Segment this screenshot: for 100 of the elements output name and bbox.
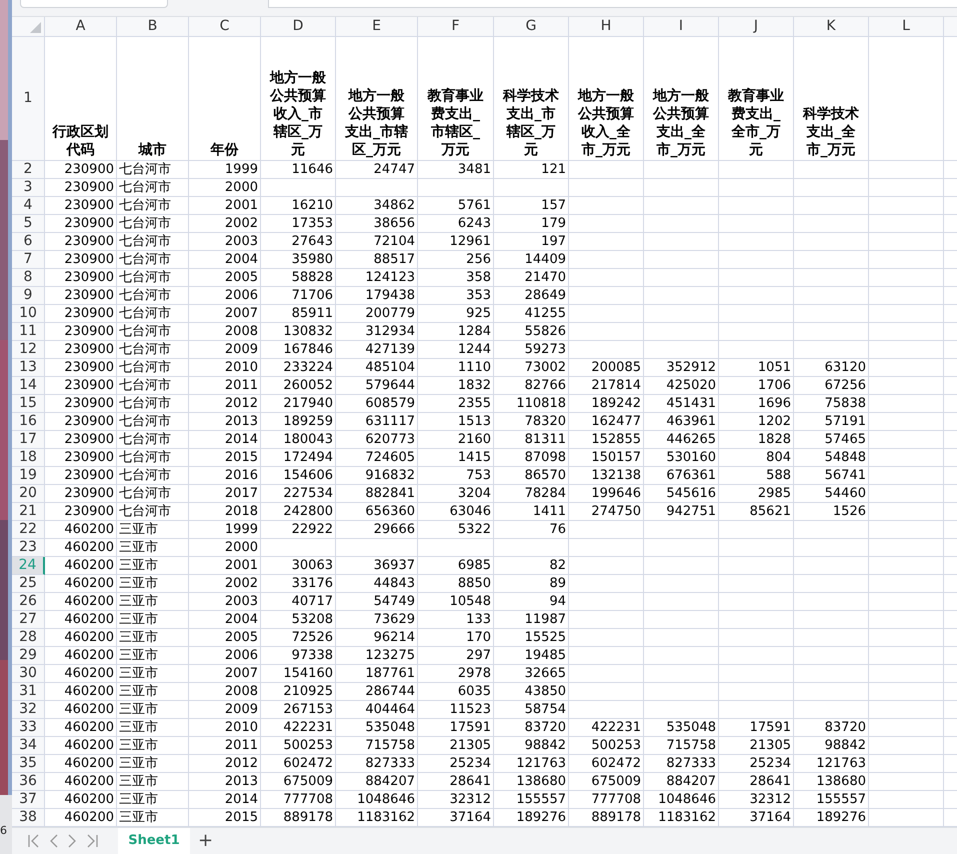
row-header[interactable]: 10 — [12, 305, 45, 323]
column-header[interactable] — [944, 17, 957, 37]
row-header[interactable]: 25 — [12, 575, 45, 593]
row-header[interactable]: 5 — [12, 215, 45, 233]
row-header[interactable]: 2 — [12, 161, 45, 179]
column-header[interactable]: F — [418, 17, 494, 37]
row-header[interactable]: 16 — [12, 413, 45, 431]
row-header[interactable]: 34 — [12, 737, 45, 755]
table-cell: 89 — [494, 575, 569, 593]
next-sheet-icon[interactable] — [68, 834, 76, 848]
table-cell: 715758 — [336, 737, 418, 755]
table-cell: 884207 — [336, 773, 418, 791]
row-header[interactable]: 13 — [12, 359, 45, 377]
row-header[interactable]: 36 — [12, 773, 45, 791]
table-cell: 三亚市 — [117, 791, 189, 809]
row-header[interactable]: 35 — [12, 755, 45, 773]
column-header[interactable]: G — [494, 17, 569, 37]
table-cell: 96214 — [336, 629, 418, 647]
table-cell: 150157 — [569, 449, 644, 467]
add-sheet-button[interactable]: + — [196, 832, 216, 850]
table-cell: 63120 — [794, 359, 869, 377]
row-header[interactable]: 7 — [12, 251, 45, 269]
row-header[interactable]: 4 — [12, 197, 45, 215]
row-header[interactable]: 19 — [12, 467, 45, 485]
name-box[interactable] — [20, 0, 168, 8]
table-cell: 5761 — [418, 197, 494, 215]
row-header[interactable]: 18 — [12, 449, 45, 467]
table-cell: 88517 — [336, 251, 418, 269]
last-sheet-icon[interactable] — [86, 834, 98, 848]
row-header[interactable]: 37 — [12, 791, 45, 809]
column-header[interactable]: D — [261, 17, 336, 37]
table-cell: 32312 — [719, 791, 794, 809]
row-header[interactable]: 17 — [12, 431, 45, 449]
table-cell: 七台河市 — [117, 467, 189, 485]
row-header[interactable]: 26 — [12, 593, 45, 611]
table-cell: 230900 — [45, 287, 117, 305]
row-header[interactable]: 3 — [12, 179, 45, 197]
table-cell: 53208 — [261, 611, 336, 629]
table-cell: 199646 — [569, 485, 644, 503]
row-header[interactable]: 33 — [12, 719, 45, 737]
row-header[interactable]: 27 — [12, 611, 45, 629]
column-header[interactable]: B — [117, 17, 189, 37]
row-header[interactable]: 12 — [12, 341, 45, 359]
row-header[interactable]: 28 — [12, 629, 45, 647]
row-header[interactable]: 9 — [12, 287, 45, 305]
table-cell: 123275 — [336, 647, 418, 665]
row-header[interactable]: 1 — [12, 37, 45, 161]
table-cell: 460200 — [45, 647, 117, 665]
table-cell: 28641 — [719, 773, 794, 791]
table-cell: 230900 — [45, 251, 117, 269]
row-header[interactable]: 31 — [12, 683, 45, 701]
table-cell: 25234 — [719, 755, 794, 773]
table-cell: 230900 — [45, 449, 117, 467]
table-cell: 132138 — [569, 467, 644, 485]
column-header[interactable]: C — [189, 17, 261, 37]
row-header[interactable]: 30 — [12, 665, 45, 683]
table-cell: 30063 — [261, 557, 336, 575]
row-header[interactable]: 22 — [12, 521, 45, 539]
row-header[interactable]: 32 — [12, 701, 45, 719]
table-cell: 72526 — [261, 629, 336, 647]
first-sheet-icon[interactable] — [28, 834, 40, 848]
table-cell: 98842 — [494, 737, 569, 755]
table-cell: 242800 — [261, 503, 336, 521]
table-cell: 312934 — [336, 323, 418, 341]
table-cell: 2011 — [189, 377, 261, 395]
select-all-icon[interactable] — [30, 22, 41, 33]
row-header[interactable]: 15 — [12, 395, 45, 413]
table-cell: 179 — [494, 215, 569, 233]
table-cell: 535048 — [336, 719, 418, 737]
formula-field[interactable] — [268, 0, 957, 8]
table-cell: 2005 — [189, 269, 261, 287]
column-header[interactable]: A — [45, 17, 117, 37]
row-header[interactable]: 23 — [12, 539, 45, 557]
row-header[interactable]: 38 — [12, 809, 45, 827]
table-cell: 230900 — [45, 269, 117, 287]
table-cell: 2002 — [189, 215, 261, 233]
row-header[interactable]: 11 — [12, 323, 45, 341]
table-cell: 427139 — [336, 341, 418, 359]
column-header[interactable]: K — [794, 17, 869, 37]
column-header[interactable]: I — [644, 17, 719, 37]
table-cell: 七台河市 — [117, 197, 189, 215]
row-header[interactable]: 8 — [12, 269, 45, 287]
row-header[interactable]: 6 — [12, 233, 45, 251]
row-header[interactable]: 21 — [12, 503, 45, 521]
table-cell: 404464 — [336, 701, 418, 719]
row-header[interactable]: 20 — [12, 485, 45, 503]
column-header[interactable]: E — [336, 17, 418, 37]
column-header[interactable]: H — [569, 17, 644, 37]
row-header[interactable]: 14 — [12, 377, 45, 395]
header-cell: 地方一般公共预算收入_市辖区_万元 — [261, 37, 336, 161]
column-header[interactable]: J — [719, 17, 794, 37]
row-header[interactable]: 29 — [12, 647, 45, 665]
table-cell: 36937 — [336, 557, 418, 575]
table-cell: 17591 — [418, 719, 494, 737]
table-cell: 925 — [418, 305, 494, 323]
table-cell: 2005 — [189, 629, 261, 647]
previous-sheet-icon[interactable] — [50, 834, 58, 848]
table-cell: 2010 — [189, 359, 261, 377]
column-header[interactable]: L — [869, 17, 944, 37]
table-cell: 2014 — [189, 791, 261, 809]
